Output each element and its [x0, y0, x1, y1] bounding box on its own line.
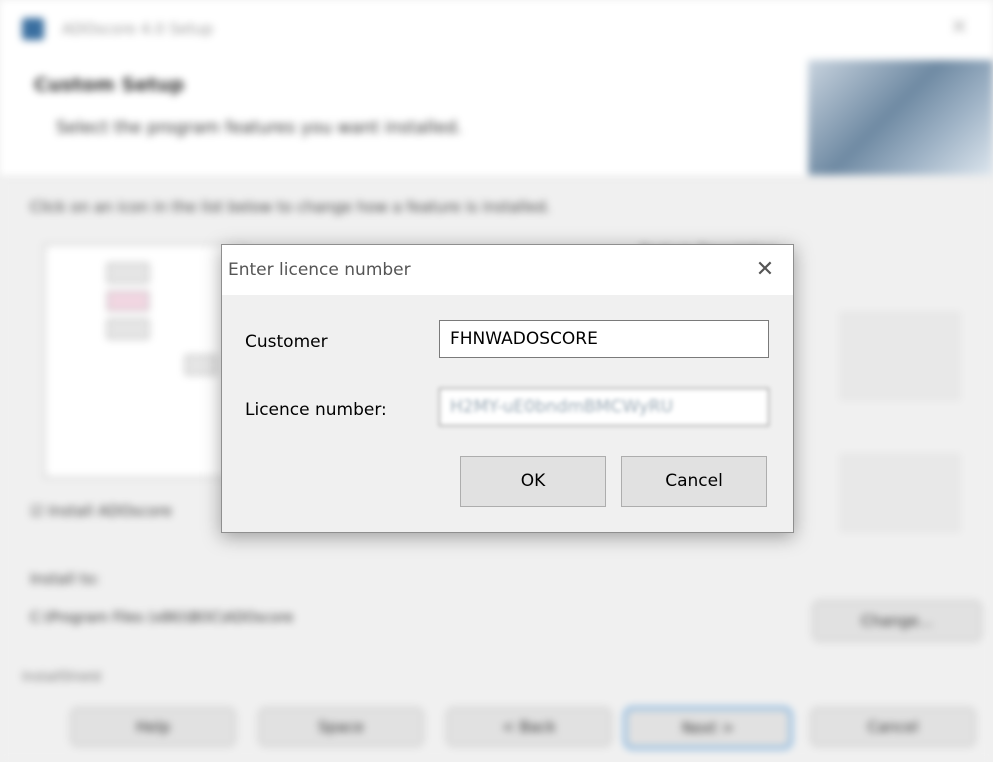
feature-item-icon[interactable]	[185, 355, 217, 375]
install-all-checkbox[interactable]: ☑ Install ADOscore	[30, 502, 172, 520]
installer-app-icon	[22, 18, 44, 40]
feature-item-icon[interactable]	[107, 263, 149, 283]
space-button[interactable]: Space	[258, 707, 424, 747]
ok-button[interactable]: OK	[460, 456, 606, 507]
customer-field[interactable]	[439, 320, 769, 358]
description-panel	[840, 312, 960, 400]
installer-instruction: Click on an icon in the list below to ch…	[30, 198, 551, 216]
installer-window-title: ADOscore 4.0 Setup	[62, 20, 213, 38]
installer-banner-image	[808, 60, 993, 175]
cancel-button[interactable]: Cancel	[621, 456, 767, 507]
close-icon[interactable]: ✕	[750, 255, 780, 285]
installer-header-subtitle: Select the program features you want ins…	[56, 118, 463, 138]
dialog-title: Enter licence number	[228, 260, 411, 280]
feature-item-icon[interactable]	[107, 319, 149, 339]
licence-dialog: Enter licence number ✕ Customer Licence …	[221, 244, 794, 533]
dialog-titlebar: Enter licence number ✕	[222, 245, 793, 295]
feature-item-icon[interactable]	[107, 291, 149, 311]
installer-titlebar: ADOscore 4.0 Setup ×	[0, 0, 993, 53]
installer-cancel-button[interactable]: Cancel	[810, 707, 976, 747]
installer-header-title: Custom Setup	[34, 74, 185, 96]
space-panel	[840, 454, 960, 532]
install-to-label: Install to:	[30, 570, 101, 588]
installer-close-icon[interactable]: ×	[950, 14, 968, 39]
licence-number-field[interactable]	[439, 388, 769, 426]
licence-number-label: Licence number:	[245, 400, 387, 420]
installshield-label: InstallShield	[22, 670, 102, 685]
change-button[interactable]: Change...	[812, 600, 982, 642]
feature-tree[interactable]	[44, 244, 246, 478]
install-path: C:\Program Files (x86)\BOC\ADOscore	[30, 610, 294, 626]
next-button[interactable]: Next >	[624, 707, 792, 749]
back-button[interactable]: < Back	[446, 707, 612, 747]
customer-label: Customer	[245, 332, 328, 352]
help-button[interactable]: Help	[70, 707, 236, 747]
install-all-label: Install ADOscore	[48, 502, 173, 520]
